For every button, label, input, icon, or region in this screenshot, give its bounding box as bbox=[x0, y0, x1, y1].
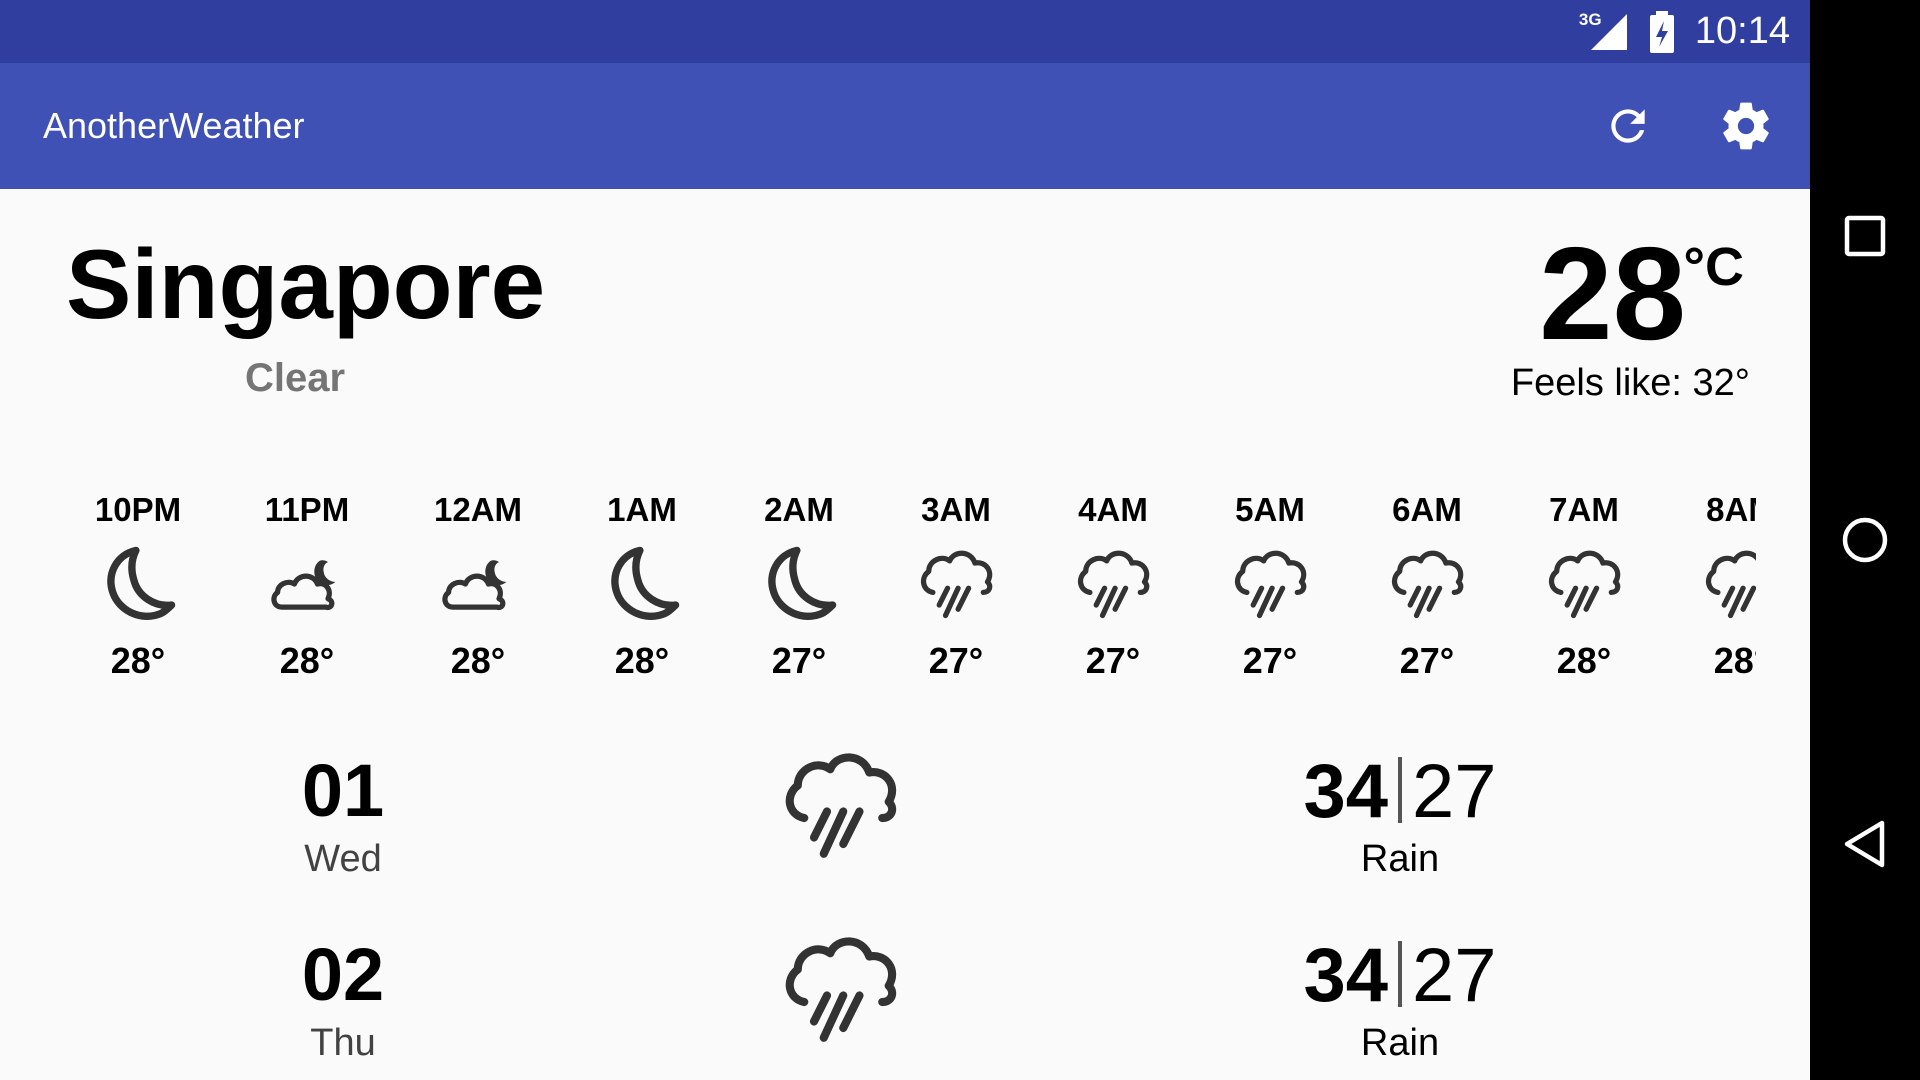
day-condition: Rain bbox=[1360, 1022, 1440, 1064]
hourly-time: 1AM bbox=[607, 491, 677, 528]
app-title: AnotherWeather bbox=[43, 105, 305, 146]
app-toolbar: AnotherWeather bbox=[0, 63, 1810, 189]
day-high-temp: 34 bbox=[1303, 749, 1388, 834]
hourly-item: 2AM 27° bbox=[714, 488, 884, 686]
hourly-item: 3AM 27° bbox=[871, 488, 1041, 686]
hourly-time: 8AM bbox=[1706, 491, 1756, 528]
hourly-item: 10PM 28° bbox=[60, 488, 223, 686]
status-time: 10:14 bbox=[1694, 10, 1790, 52]
hourly-item: 7AM 28° bbox=[1499, 488, 1669, 686]
rain-icon bbox=[1499, 532, 1669, 636]
hourly-time: 6AM bbox=[1392, 491, 1462, 528]
settings-button[interactable] bbox=[1708, 88, 1784, 164]
refresh-icon bbox=[1611, 109, 1645, 143]
status-bar: 3G 10:14 bbox=[0, 0, 1810, 63]
hourly-temperature: 28° bbox=[1556, 640, 1612, 681]
hourly-temperature: 28° bbox=[1713, 640, 1756, 681]
gear-icon bbox=[1723, 102, 1769, 150]
cloud-moon-icon bbox=[393, 532, 563, 636]
hourly-time: 2AM bbox=[764, 491, 834, 528]
hourly-item: 12AM 28° bbox=[393, 488, 563, 686]
system-navigation-bar bbox=[1810, 0, 1920, 1080]
moon-icon bbox=[714, 532, 884, 636]
hourly-temperature: 28° bbox=[614, 640, 670, 681]
hourly-item: 1AM 28° bbox=[557, 488, 727, 686]
day-name: Wed bbox=[304, 838, 382, 880]
feels-like: Feels like: 32° bbox=[1510, 362, 1750, 404]
day-temperatures: 34 27 bbox=[1200, 932, 1600, 1019]
hourly-temperature: 27° bbox=[1242, 640, 1298, 681]
hourly-time: 12AM bbox=[433, 491, 523, 528]
day-temperatures: 34 27 bbox=[1200, 748, 1600, 835]
rain-icon bbox=[770, 740, 910, 870]
hourly-temperature: 27° bbox=[928, 640, 984, 681]
day-condition: Rain bbox=[1360, 838, 1440, 880]
hourly-temperature: 27° bbox=[771, 640, 827, 681]
day-number: 01 bbox=[301, 749, 385, 832]
hourly-time: 4AM bbox=[1078, 491, 1148, 528]
day-low-temp: 27 bbox=[1412, 749, 1497, 834]
network-type-label: 3G bbox=[1578, 9, 1602, 29]
hourly-temperature: 28° bbox=[450, 640, 506, 681]
hourly-time: 10PM bbox=[94, 491, 182, 528]
day-number: 02 bbox=[301, 933, 385, 1016]
rain-icon bbox=[1342, 532, 1512, 636]
current-condition: Clear bbox=[244, 356, 346, 400]
hourly-item: 8AM 28° bbox=[1656, 488, 1756, 686]
cloud-moon-icon bbox=[222, 532, 392, 636]
app-window: 3G 10:14 AnotherWeather Singapore Clear … bbox=[0, 0, 1810, 1080]
daily-row[interactable]: 02 Thu 34 27 Rain bbox=[0, 932, 1810, 1080]
temperature-unit: °C bbox=[1683, 237, 1744, 297]
home-button[interactable] bbox=[1825, 500, 1905, 580]
rain-icon bbox=[770, 924, 910, 1054]
hourly-time: 7AM bbox=[1549, 491, 1619, 528]
temp-separator bbox=[1398, 941, 1402, 1007]
hourly-item: 5AM 27° bbox=[1185, 488, 1355, 686]
day-name: Thu bbox=[310, 1022, 376, 1064]
signal-icon: 3G bbox=[1579, 10, 1629, 52]
recents-button[interactable] bbox=[1825, 196, 1905, 276]
battery-icon bbox=[1647, 10, 1677, 53]
hourly-time: 11PM bbox=[264, 491, 350, 528]
triangle-back-icon bbox=[1844, 820, 1885, 868]
hourly-time: 3AM bbox=[921, 491, 991, 528]
square-icon bbox=[1844, 215, 1886, 257]
day-low-temp: 27 bbox=[1412, 933, 1497, 1018]
hourly-forecast[interactable]: 10PM 28° 11PM 28° 12AM 28° 1AM 28° 2AM 27° 3AM 27° 4… bbox=[60, 488, 1756, 698]
hourly-item: 6AM 27° bbox=[1342, 488, 1512, 686]
temp-separator bbox=[1398, 757, 1402, 823]
hourly-temperature: 28° bbox=[279, 640, 335, 681]
rain-icon bbox=[1656, 532, 1756, 636]
rain-icon bbox=[871, 532, 1041, 636]
current-temperature: 28 bbox=[1539, 220, 1686, 367]
hourly-time: 5AM bbox=[1235, 491, 1305, 528]
hourly-temperature: 27° bbox=[1085, 640, 1141, 681]
rain-icon bbox=[1028, 532, 1198, 636]
refresh-button[interactable] bbox=[1590, 88, 1666, 164]
back-button[interactable] bbox=[1825, 804, 1905, 884]
rain-icon bbox=[1185, 532, 1355, 636]
moon-icon bbox=[557, 532, 727, 636]
hourly-item: 4AM 27° bbox=[1028, 488, 1198, 686]
hourly-item: 11PM 28° bbox=[222, 488, 392, 686]
city-name: Singapore bbox=[66, 229, 546, 339]
hourly-temperature: 27° bbox=[1399, 640, 1455, 681]
hourly-temperature: 28° bbox=[110, 640, 166, 681]
moon-icon bbox=[60, 532, 223, 636]
circle-icon bbox=[1842, 517, 1888, 563]
day-high-temp: 34 bbox=[1303, 933, 1388, 1018]
daily-row[interactable]: 01 Wed 34 27 Rain bbox=[0, 748, 1810, 933]
